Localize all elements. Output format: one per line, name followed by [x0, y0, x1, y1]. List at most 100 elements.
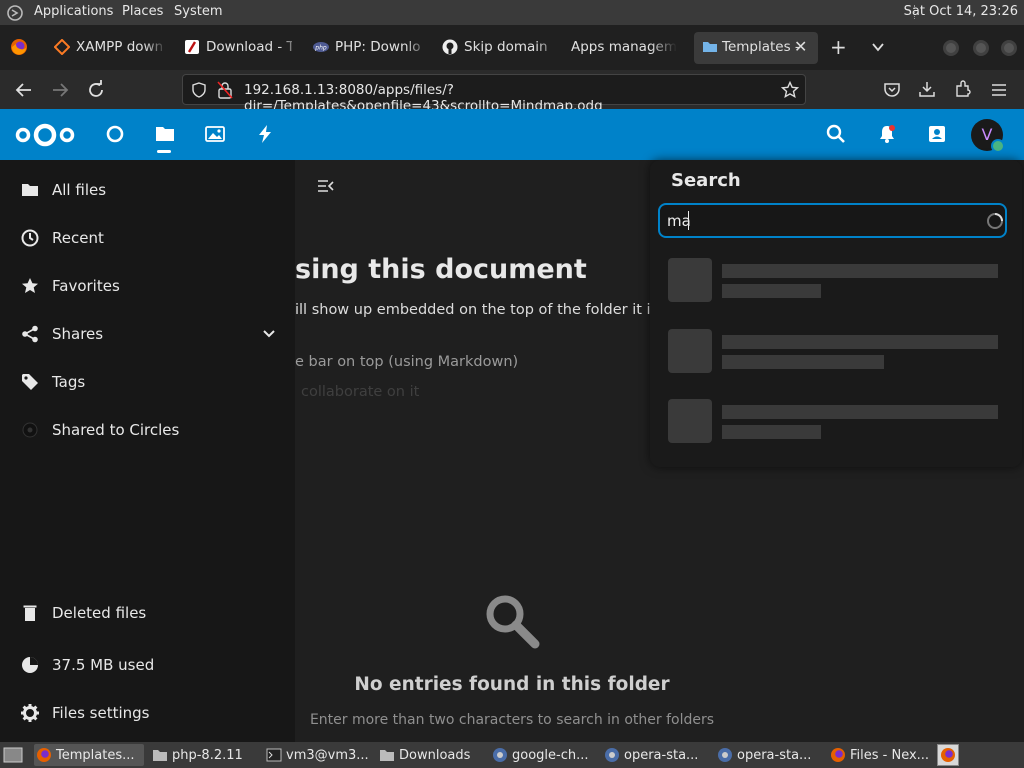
contacts-icon[interactable]	[927, 124, 947, 144]
star-icon	[22, 278, 38, 293]
taskbar-item-files-nextcloud[interactable]: Files - Nex...	[828, 744, 936, 766]
reload-button[interactable]	[85, 79, 107, 101]
sidebar-item-shares[interactable]: Shares	[20, 319, 280, 349]
active-app-indicator	[157, 150, 171, 153]
trash-icon	[23, 605, 37, 621]
nextcloud-logo-icon[interactable]	[14, 121, 76, 149]
readme-heading: sing this document	[295, 254, 587, 285]
tab-github[interactable]: Skip domain v	[442, 32, 550, 64]
insecure-lock-icon[interactable]	[217, 81, 233, 99]
sidebar-item-deleted-files[interactable]: Deleted files	[20, 598, 280, 628]
filezilla-icon	[185, 40, 199, 54]
clock-icon	[21, 229, 39, 247]
minimize-window-button[interactable]	[943, 40, 959, 56]
pie-chart-icon	[22, 657, 38, 673]
tab-download[interactable]: Download - Th	[184, 32, 292, 64]
sidebar-item-favorites[interactable]: Favorites	[20, 271, 280, 301]
online-status-badge	[991, 139, 1005, 153]
forward-button[interactable]	[49, 79, 71, 101]
dashboard-icon[interactable]	[105, 124, 125, 144]
photos-app-icon[interactable]	[205, 124, 225, 144]
system-top-bar: Applications Places System Sat Oct 14, 2…	[0, 0, 1024, 25]
browser-navigation-bar: 192.168.1.13:8080/apps/files/?dir=/Templ…	[0, 70, 1024, 114]
share-icon	[22, 325, 38, 343]
list-all-tabs-icon[interactable]	[871, 40, 885, 54]
shield-icon[interactable]	[191, 82, 207, 98]
avatar[interactable]: V	[971, 119, 1005, 153]
browser-tab-bar: XAMPP downl Download - Th php PHP: Downl…	[0, 25, 1024, 70]
files-app-icon[interactable]	[155, 124, 175, 144]
workspace-switcher[interactable]	[937, 744, 959, 766]
package-icon	[605, 748, 619, 762]
readme-line-1: ill show up embedded on the top of the f…	[295, 302, 687, 318]
files-sidebar: All files Recent Favorites Shares Tags S…	[0, 160, 295, 742]
search-title: Search	[671, 170, 741, 191]
gear-icon	[21, 704, 39, 722]
sidebar-item-recent[interactable]: Recent	[20, 223, 280, 253]
extensions-icon[interactable]	[954, 80, 972, 98]
tab-apps-management[interactable]: Apps managem	[571, 32, 679, 64]
firefox-menu-icon[interactable]	[10, 38, 28, 56]
svg-text:php: php	[314, 45, 327, 52]
taskbar-item-downloads[interactable]: Downloads	[377, 744, 487, 766]
close-window-button[interactable]	[1001, 40, 1017, 56]
package-icon	[718, 748, 732, 762]
system-taskbar: Templates... php-8.2.11 vm3@vm3... Downl…	[0, 742, 1024, 768]
firefox-icon	[831, 748, 845, 762]
github-icon	[442, 39, 458, 55]
readme-line-2: e bar on top (using Markdown)	[295, 354, 519, 370]
pocket-icon[interactable]	[883, 81, 901, 99]
package-icon	[493, 748, 507, 762]
places-menu[interactable]: Places	[122, 4, 163, 19]
clock[interactable]: Sat Oct 14, 23:26	[904, 4, 1018, 19]
taskbar-item-templates[interactable]: Templates...	[34, 744, 144, 766]
empty-state-subtitle: Enter more than two characters to search…	[309, 712, 715, 728]
magnifier-icon	[486, 595, 540, 649]
close-tab-icon[interactable]: ✕	[794, 37, 807, 56]
tab-php[interactable]: php PHP: Downloa	[313, 32, 421, 64]
search-input[interactable]: ma	[658, 203, 1007, 238]
taskbar-item-opera-1[interactable]: opera-sta...	[602, 744, 712, 766]
bookmark-star-icon[interactable]	[781, 81, 799, 99]
activity-app-icon[interactable]	[255, 124, 275, 144]
toggle-sidebar-icon[interactable]	[317, 179, 335, 193]
back-button[interactable]	[13, 79, 35, 101]
url-bar[interactable]: 192.168.1.13:8080/apps/files/?dir=/Templ…	[182, 74, 806, 114]
php-icon: php	[313, 42, 329, 52]
chevron-down-icon[interactable]	[262, 328, 276, 340]
tab-templates[interactable]: Templates - ✕	[694, 32, 818, 64]
storage-usage: 37.5 MB used	[20, 650, 280, 680]
loading-spinner-icon	[987, 213, 1003, 229]
taskbar-item-google-chrome[interactable]: google-ch...	[490, 744, 600, 766]
taskbar-item-php[interactable]: php-8.2.11	[150, 744, 260, 766]
folder-icon	[153, 750, 167, 761]
tag-icon	[22, 374, 38, 390]
system-menu[interactable]: System	[174, 4, 222, 19]
empty-state-title: No entries found in this folder	[354, 674, 670, 695]
terminal-icon	[266, 748, 282, 762]
downloads-icon[interactable]	[918, 80, 936, 98]
sidebar-item-tags[interactable]: Tags	[20, 367, 280, 397]
xampp-icon	[54, 39, 70, 55]
unified-search-popover: Search ma	[650, 160, 1022, 467]
sidebar-item-shared-to-circles[interactable]: Shared to Circles	[20, 415, 280, 445]
applications-menu[interactable]: Applications	[34, 4, 113, 19]
tab-xampp[interactable]: XAMPP downl	[54, 32, 162, 64]
taskbar-item-terminal[interactable]: vm3@vm3...	[264, 744, 374, 766]
new-tab-button[interactable]: +	[830, 35, 847, 59]
search-icon[interactable]	[826, 124, 846, 144]
notifications-bell-icon[interactable]	[877, 124, 897, 144]
firefox-icon	[37, 748, 51, 762]
firefox-icon	[941, 748, 955, 762]
circles-icon	[22, 422, 38, 438]
sidebar-item-files-settings[interactable]: Files settings	[20, 698, 280, 728]
taskbar-item-opera-2[interactable]: opera-sta...	[715, 744, 825, 766]
distro-logo-icon[interactable]	[6, 4, 24, 22]
folder-icon	[703, 42, 717, 52]
sidebar-item-all-files[interactable]: All files	[20, 175, 280, 205]
show-desktop-icon[interactable]	[3, 746, 23, 764]
nextcloud-header: V	[0, 109, 1024, 263]
maximize-window-button[interactable]	[973, 40, 989, 56]
hamburger-menu-icon[interactable]	[990, 81, 1008, 99]
text-caret	[688, 211, 689, 230]
